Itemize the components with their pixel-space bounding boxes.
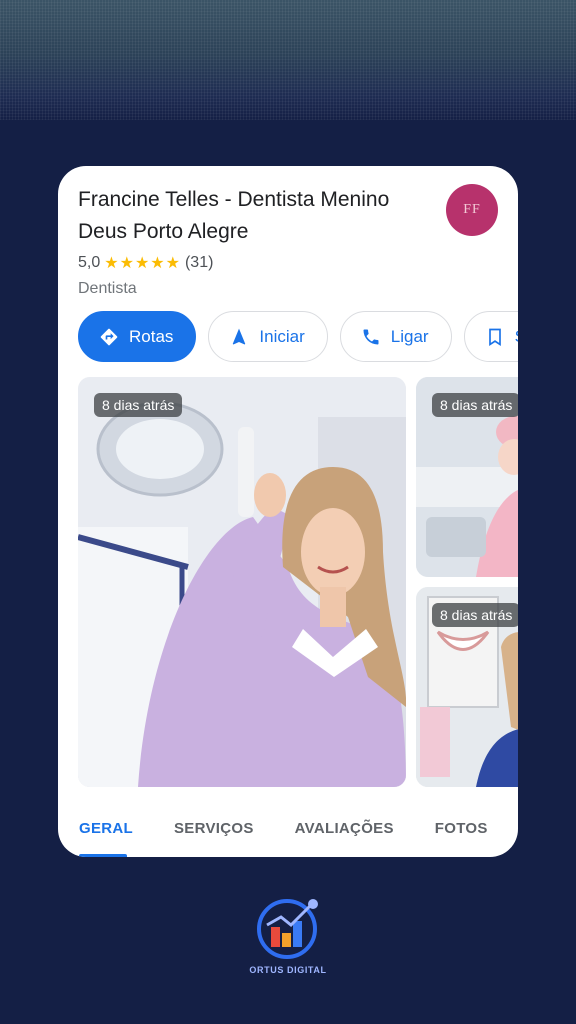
photo-side-top[interactable]: 8 dias atrás (416, 377, 518, 577)
call-label: Ligar (390, 326, 429, 346)
bookmark-icon (488, 328, 501, 346)
rating-row[interactable]: 5,0 ★★★★★ (31) (78, 252, 213, 274)
brand-name: ORTUS DIGITAL (249, 965, 327, 975)
rating-value: 5,0 (78, 254, 101, 271)
ortus-logo-icon (257, 899, 318, 959)
tab-geral[interactable]: GERAL (79, 806, 133, 857)
review-count: (31) (184, 254, 214, 271)
phone-icon (363, 329, 379, 344)
photo-main[interactable]: 8 dias atrás (78, 377, 406, 787)
brand-footer: ORTUS DIGITAL (248, 895, 328, 975)
dentist-photo-illustration (78, 377, 406, 787)
tab-label: FOTOS (434, 820, 488, 837)
directions-label: Rotas (129, 326, 174, 346)
tab-bar: GERAL SERVIÇOS AVALIAÇÕES FOTOS (58, 806, 518, 857)
photo-side-bottom[interactable]: 8 dias atrás (416, 587, 518, 787)
start-navigation-button[interactable]: Iniciar (208, 311, 328, 362)
directions-icon (100, 328, 118, 345)
place-title: Francine Telles - Dentista Menino Deus P… (78, 188, 390, 243)
tab-fotos[interactable]: FOTOS (435, 806, 488, 857)
place-card: Francine Telles - Dentista Menino Deus P… (58, 166, 518, 857)
photo-time-badge: 8 dias atrás (94, 393, 183, 417)
place-category: Dentista (78, 280, 137, 297)
directions-button[interactable]: Rotas (78, 311, 197, 362)
top-texture-band (0, 0, 576, 120)
photo-time-badge: 8 dias atrás (432, 393, 518, 417)
action-chips: Rotas Iniciar Ligar S (78, 311, 518, 362)
save-button[interactable]: S (463, 311, 518, 362)
navigation-arrow-icon (233, 328, 246, 344)
active-tab-indicator (79, 854, 127, 857)
tab-avaliacoes[interactable]: AVALIAÇÕES (295, 806, 394, 857)
photo-time-badge: 8 dias atrás (432, 603, 518, 627)
call-button[interactable]: Ligar (339, 311, 452, 362)
tab-label: GERAL (79, 820, 133, 837)
tab-label: AVALIAÇÕES (294, 820, 394, 837)
save-label: S (515, 327, 518, 347)
rating-stars-icon: ★★★★★ (104, 255, 181, 272)
business-logo[interactable]: FF (446, 184, 498, 236)
start-label: Iniciar (259, 326, 305, 346)
tab-label: SERVIÇOS (174, 820, 254, 837)
tab-servicos[interactable]: SERVIÇOS (174, 806, 254, 857)
